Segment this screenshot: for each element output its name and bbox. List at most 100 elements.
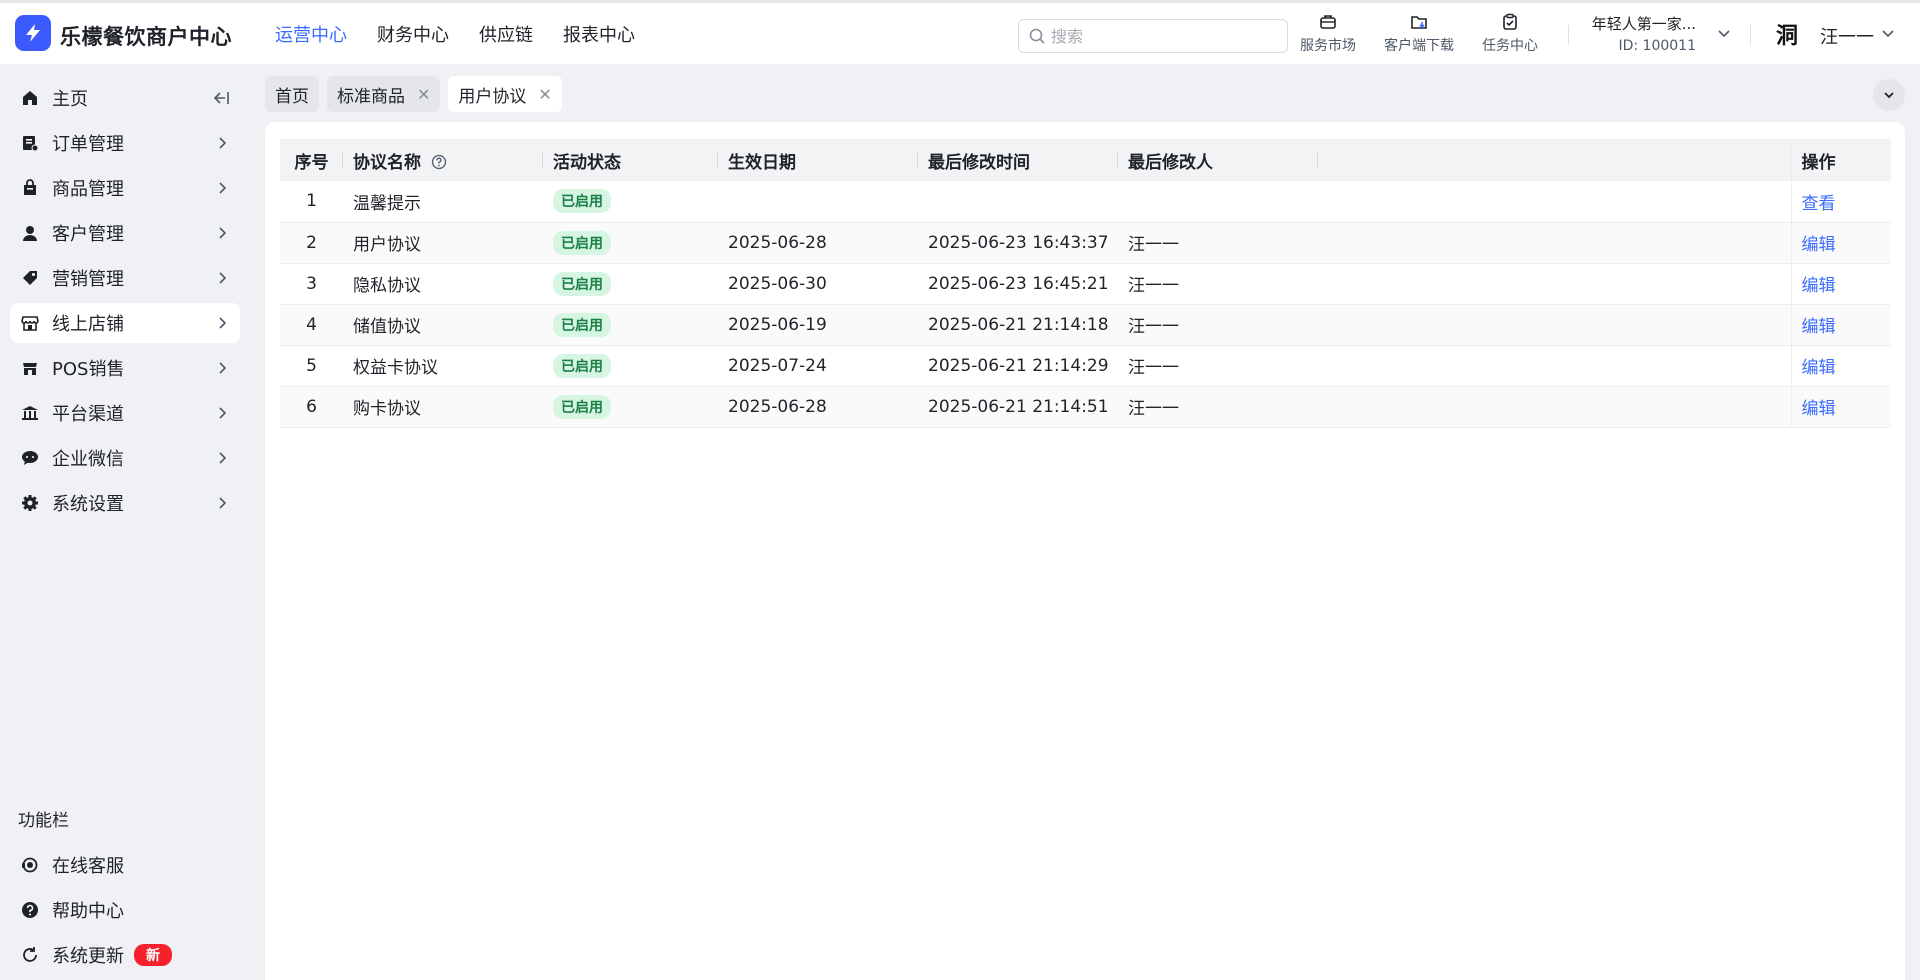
goods-icon [20, 178, 40, 198]
store-switcher[interactable]: 年轻人第一家... ID: 100011 [1586, 13, 1696, 54]
chevron-right-icon [219, 407, 227, 419]
sidebar-item-label: 企业微信 [52, 449, 124, 470]
row-index: 5 [280, 345, 343, 387]
chevron-down-icon [1884, 92, 1894, 99]
tab-home[interactable]: 首页 [265, 76, 319, 112]
question-icon[interactable] [431, 154, 447, 170]
status-badge: 已启用 [553, 394, 611, 419]
sidebar-item-customers[interactable]: 客户管理 [10, 213, 240, 253]
collapse-sidebar-icon[interactable] [212, 90, 230, 106]
section-label: 功能栏 [18, 811, 69, 831]
chevron-right-icon [219, 272, 227, 284]
column-header: 最后修改人 [1118, 139, 1318, 181]
search-box[interactable] [1018, 19, 1288, 53]
modifier: 汪一一 [1118, 345, 1318, 387]
column-header: 操作 [1790, 139, 1891, 181]
user-name[interactable]: 汪一一 [1820, 23, 1874, 49]
clipboard-check-icon [1503, 13, 1517, 30]
effective-date: 2025-06-30 [718, 263, 918, 305]
status-badge: 已启用 [553, 271, 611, 296]
agreement-name: 用户协议 [343, 222, 543, 264]
tool-client-download[interactable]: 客户端下载 [1384, 13, 1454, 55]
table-header-row: 序号 协议名称 活动状态 生效日期 最后修改时间 最后修改人 操作 [280, 139, 1891, 181]
column-header [1318, 139, 1791, 181]
sidebar-item-label: 主页 [52, 89, 88, 110]
search-input[interactable] [1051, 26, 1271, 46]
sidebar-item-label: 客户管理 [52, 224, 124, 245]
order-icon [20, 133, 40, 153]
tool-label: 服务市场 [1300, 38, 1356, 54]
chevron-right-icon [219, 137, 227, 149]
agreement-name: 购卡协议 [343, 386, 543, 428]
search-icon [1029, 28, 1045, 44]
sidebar-item-label: 平台渠道 [52, 404, 124, 425]
new-badge: 新 [134, 944, 172, 966]
topnav-finance[interactable]: 财务中心 [377, 21, 449, 47]
sidebar-item-wecom[interactable]: 企业微信 [10, 438, 240, 478]
effective-date [718, 181, 918, 223]
modifier: 汪一一 [1118, 386, 1318, 428]
sidebar-item-goods[interactable]: 商品管理 [10, 168, 240, 208]
edit-link[interactable]: 编辑 [1802, 235, 1836, 255]
sidebar-item-channels[interactable]: 平台渠道 [10, 393, 240, 433]
edit-link[interactable]: 编辑 [1802, 358, 1836, 378]
sidebar-item-label: POS销售 [52, 359, 125, 380]
tabs-menu-button[interactable] [1873, 79, 1905, 111]
view-link[interactable]: 查看 [1802, 194, 1836, 214]
sidebar-item-orders[interactable]: 订单管理 [10, 123, 240, 163]
chevron-right-icon [219, 452, 227, 464]
tool-task-center[interactable]: 任务中心 [1482, 13, 1538, 55]
effective-date: 2025-06-19 [718, 304, 918, 346]
sidebar-item-online-store[interactable]: 线上店铺 [10, 303, 240, 343]
chat-icon [20, 448, 40, 468]
sidebar-item-marketing[interactable]: 营销管理 [10, 258, 240, 298]
modifier: 汪一一 [1118, 263, 1318, 305]
logo-icon [26, 24, 40, 42]
chevron-down-icon[interactable] [1716, 25, 1732, 41]
edit-link[interactable]: 编辑 [1802, 276, 1836, 296]
sidebar: 主页 订单管理 商品管理 客户管理 营销管理 线上店铺 POS销售 平台渠道 企… [0, 64, 250, 980]
sidebar-item-pos[interactable]: POS销售 [10, 348, 240, 388]
edit-link[interactable]: 编辑 [1802, 317, 1836, 337]
sidebar-item-settings[interactable]: 系统设置 [10, 483, 240, 523]
sidebar-item-home[interactable]: 主页 [10, 78, 240, 118]
tab-standard-goods[interactable]: 标准商品 ✕ [327, 76, 441, 112]
column-header: 协议名称 [343, 139, 543, 181]
topnav-supply[interactable]: 供应链 [479, 21, 533, 47]
agreement-name: 温馨提示 [343, 181, 543, 223]
folder-download-icon [1411, 16, 1427, 29]
close-icon[interactable]: ✕ [417, 85, 430, 104]
effective-date: 2025-07-24 [718, 345, 918, 387]
status-badge: 已启用 [553, 230, 611, 255]
row-index: 4 [280, 304, 343, 346]
app-title: 乐檬餐饮商户中心 [60, 25, 232, 49]
tab-label: 首页 [275, 86, 309, 107]
topnav-ops[interactable]: 运营中心 [275, 21, 347, 47]
row-index: 2 [280, 222, 343, 264]
sidebar-tool-support[interactable]: 在线客服 [10, 845, 240, 885]
sidebar-tool-help[interactable]: 帮助中心 [10, 890, 240, 930]
edit-link[interactable]: 编辑 [1802, 399, 1836, 419]
topnav-reports[interactable]: 报表中心 [563, 21, 635, 47]
app-logo[interactable] [15, 15, 51, 51]
modifier [1118, 181, 1318, 223]
tool-label: 客户端下载 [1384, 38, 1454, 54]
table-row: 1 温馨提示 已启用 查看 [280, 181, 1891, 223]
chevron-down-icon[interactable] [1880, 25, 1896, 41]
avatar[interactable]: 洞 [1776, 23, 1802, 49]
chevron-right-icon [219, 227, 227, 239]
status-badge: 已启用 [553, 312, 611, 337]
tab-user-agreement[interactable]: 用户协议 ✕ [448, 76, 562, 112]
home-icon [20, 88, 40, 108]
agreement-name: 储值协议 [343, 304, 543, 346]
content-card: 序号 协议名称 活动状态 生效日期 最后修改时间 最后修改人 操作 1 温馨提示… [265, 122, 1905, 980]
pos-icon [20, 358, 40, 378]
close-icon[interactable]: ✕ [538, 85, 551, 104]
chevron-right-icon [219, 182, 227, 194]
tool-service-market[interactable]: 服务市场 [1300, 13, 1356, 55]
sidebar-item-label: 营销管理 [52, 269, 124, 290]
tab-label: 标准商品 [337, 86, 405, 107]
row-index: 1 [280, 181, 343, 223]
sidebar-tool-update[interactable]: 系统更新 新 [10, 935, 240, 975]
status-badge: 已启用 [553, 189, 611, 214]
